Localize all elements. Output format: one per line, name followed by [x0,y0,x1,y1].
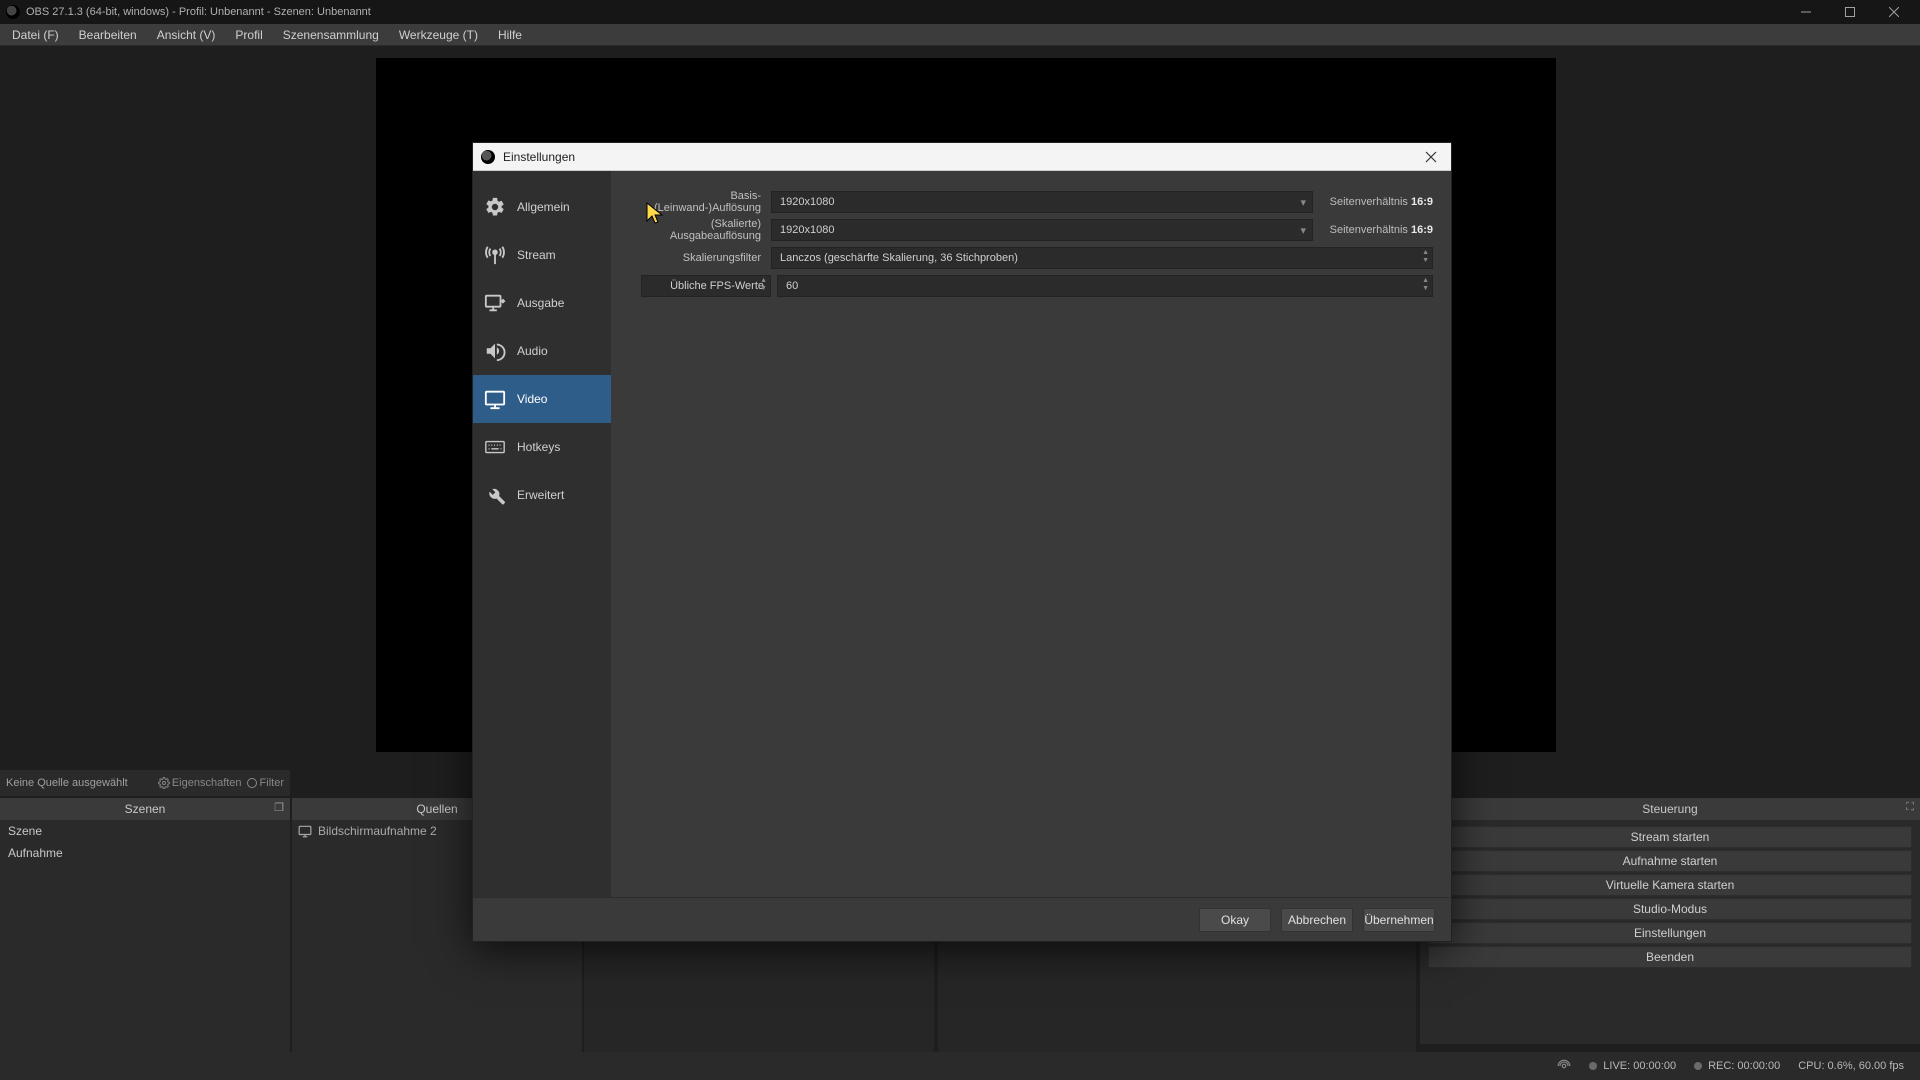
popout-icon[interactable]: ❐ [274,801,284,814]
controls-header: Steuerung ⛶ [1420,798,1920,820]
no-source-selected-label: Keine Quelle ausgewählt [6,777,128,789]
output-aspect-label: Seitenverhältnis 16:9 [1313,224,1433,236]
nav-ausgabe[interactable]: Ausgabe [473,279,611,327]
base-resolution-combo[interactable]: 1920x1080 ▾ [771,191,1313,213]
base-resolution-label: Basis-(Leinwand-)Auflösung [629,190,771,214]
nav-hotkeys[interactable]: Hotkeys [473,423,611,471]
popout-icon[interactable]: ⛶ [1906,801,1914,814]
tools-icon [483,483,507,507]
downscale-filter-label: Skalierungsfilter [629,252,771,264]
minimize-button[interactable] [1784,0,1828,24]
cpu-status: CPU: 0.6%, 60.00 fps [1798,1060,1904,1072]
rec-status: REC: 00:00:00 [1708,1060,1780,1072]
fps-value-combo[interactable]: 60 ▲▼ [777,275,1433,297]
downscale-filter-combo[interactable]: Lanczos (geschärfte Skalierung, 36 Stich… [771,247,1433,269]
controls-dock: Steuerung ⛶ Stream starten Aufnahme star… [1420,798,1920,1044]
apply-button[interactable]: Übernehmen [1363,908,1435,932]
settings-dialog-icon [481,150,495,164]
start-virtual-cam-button[interactable]: Virtuelle Kamera starten [1428,874,1912,896]
settings-close-button[interactable] [1411,143,1451,171]
settings-dialog: Einstellungen Allgemein Stream Ausgabe A… [472,142,1452,942]
nav-allgemein[interactable]: Allgemein [473,183,611,231]
menu-ansicht[interactable]: Ansicht (V) [147,24,226,46]
output-icon [483,291,507,315]
nav-video[interactable]: Video [473,375,611,423]
maximize-button[interactable] [1828,0,1872,24]
gear-icon [483,195,507,219]
cancel-button[interactable]: Abbrechen [1281,908,1353,932]
studio-mode-button[interactable]: Studio-Modus [1428,898,1912,920]
monitor-icon [483,387,507,411]
source-info-bar: Keine Quelle ausgewählt Eigenschaften Fi… [0,770,290,796]
live-status: LIVE: 00:00:00 [1603,1060,1676,1072]
display-capture-icon [298,824,312,838]
window-title: OBS 27.1.3 (64-bit, windows) - Profil: U… [26,6,371,18]
fps-type-combo[interactable]: Übliche FPS-Werte ▲▼ [641,275,771,297]
menu-hilfe[interactable]: Hilfe [488,24,532,46]
settings-nav: Allgemein Stream Ausgabe Audio Video Hot… [473,171,611,897]
exit-button[interactable]: Beenden [1428,946,1912,968]
settings-button[interactable]: Einstellungen [1428,922,1912,944]
scene-item[interactable]: Szene [0,820,290,842]
statusbar: LIVE: 00:00:00 REC: 00:00:00 CPU: 0.6%, … [0,1052,1920,1080]
settings-content-video: Basis-(Leinwand-)Auflösung 1920x1080 ▾ S… [611,171,1451,897]
menu-werkzeuge[interactable]: Werkzeuge (T) [389,24,488,46]
status-network-icon [1557,1059,1571,1073]
chevron-down-icon: ▾ [1300,224,1306,237]
keyboard-icon [483,435,507,459]
nav-stream[interactable]: Stream [473,231,611,279]
output-resolution-label: (Skalierte) Ausgabeauflösung [629,218,771,242]
base-aspect-label: Seitenverhältnis 16:9 [1313,196,1433,208]
filter-button[interactable]: Filter [246,777,284,789]
titlebar: OBS 27.1.3 (64-bit, windows) - Profil: U… [0,0,1920,24]
nav-audio[interactable]: Audio [473,327,611,375]
settings-titlebar[interactable]: Einstellungen [473,143,1451,171]
scenes-header: Szenen ❐ [0,798,290,820]
scenes-dock: Szenen ❐ Szene Aufnahme [0,798,290,1078]
rec-indicator-icon [1694,1062,1702,1070]
settings-title: Einstellungen [503,150,575,164]
chevron-down-icon: ▾ [1300,196,1306,209]
menu-datei[interactable]: Datei (F) [2,24,69,46]
start-stream-button[interactable]: Stream starten [1428,826,1912,848]
app-icon [6,5,20,19]
live-indicator-icon [1589,1062,1597,1070]
settings-footer: Okay Abbrechen Übernehmen [473,897,1451,941]
antenna-icon [483,243,507,267]
output-resolution-combo[interactable]: 1920x1080 ▾ [771,219,1313,241]
nav-erweitert[interactable]: Erweitert [473,471,611,519]
start-recording-button[interactable]: Aufnahme starten [1428,850,1912,872]
close-button[interactable] [1872,0,1916,24]
menu-bearbeiten[interactable]: Bearbeiten [69,24,147,46]
speaker-icon [483,339,507,363]
menubar: Datei (F) Bearbeiten Ansicht (V) Profil … [0,24,1920,46]
menu-profil[interactable]: Profil [225,24,272,46]
menu-szenensammlung[interactable]: Szenensammlung [273,24,389,46]
scene-item[interactable]: Aufnahme [0,842,290,864]
ok-button[interactable]: Okay [1199,908,1271,932]
properties-button[interactable]: Eigenschaften [158,777,242,789]
